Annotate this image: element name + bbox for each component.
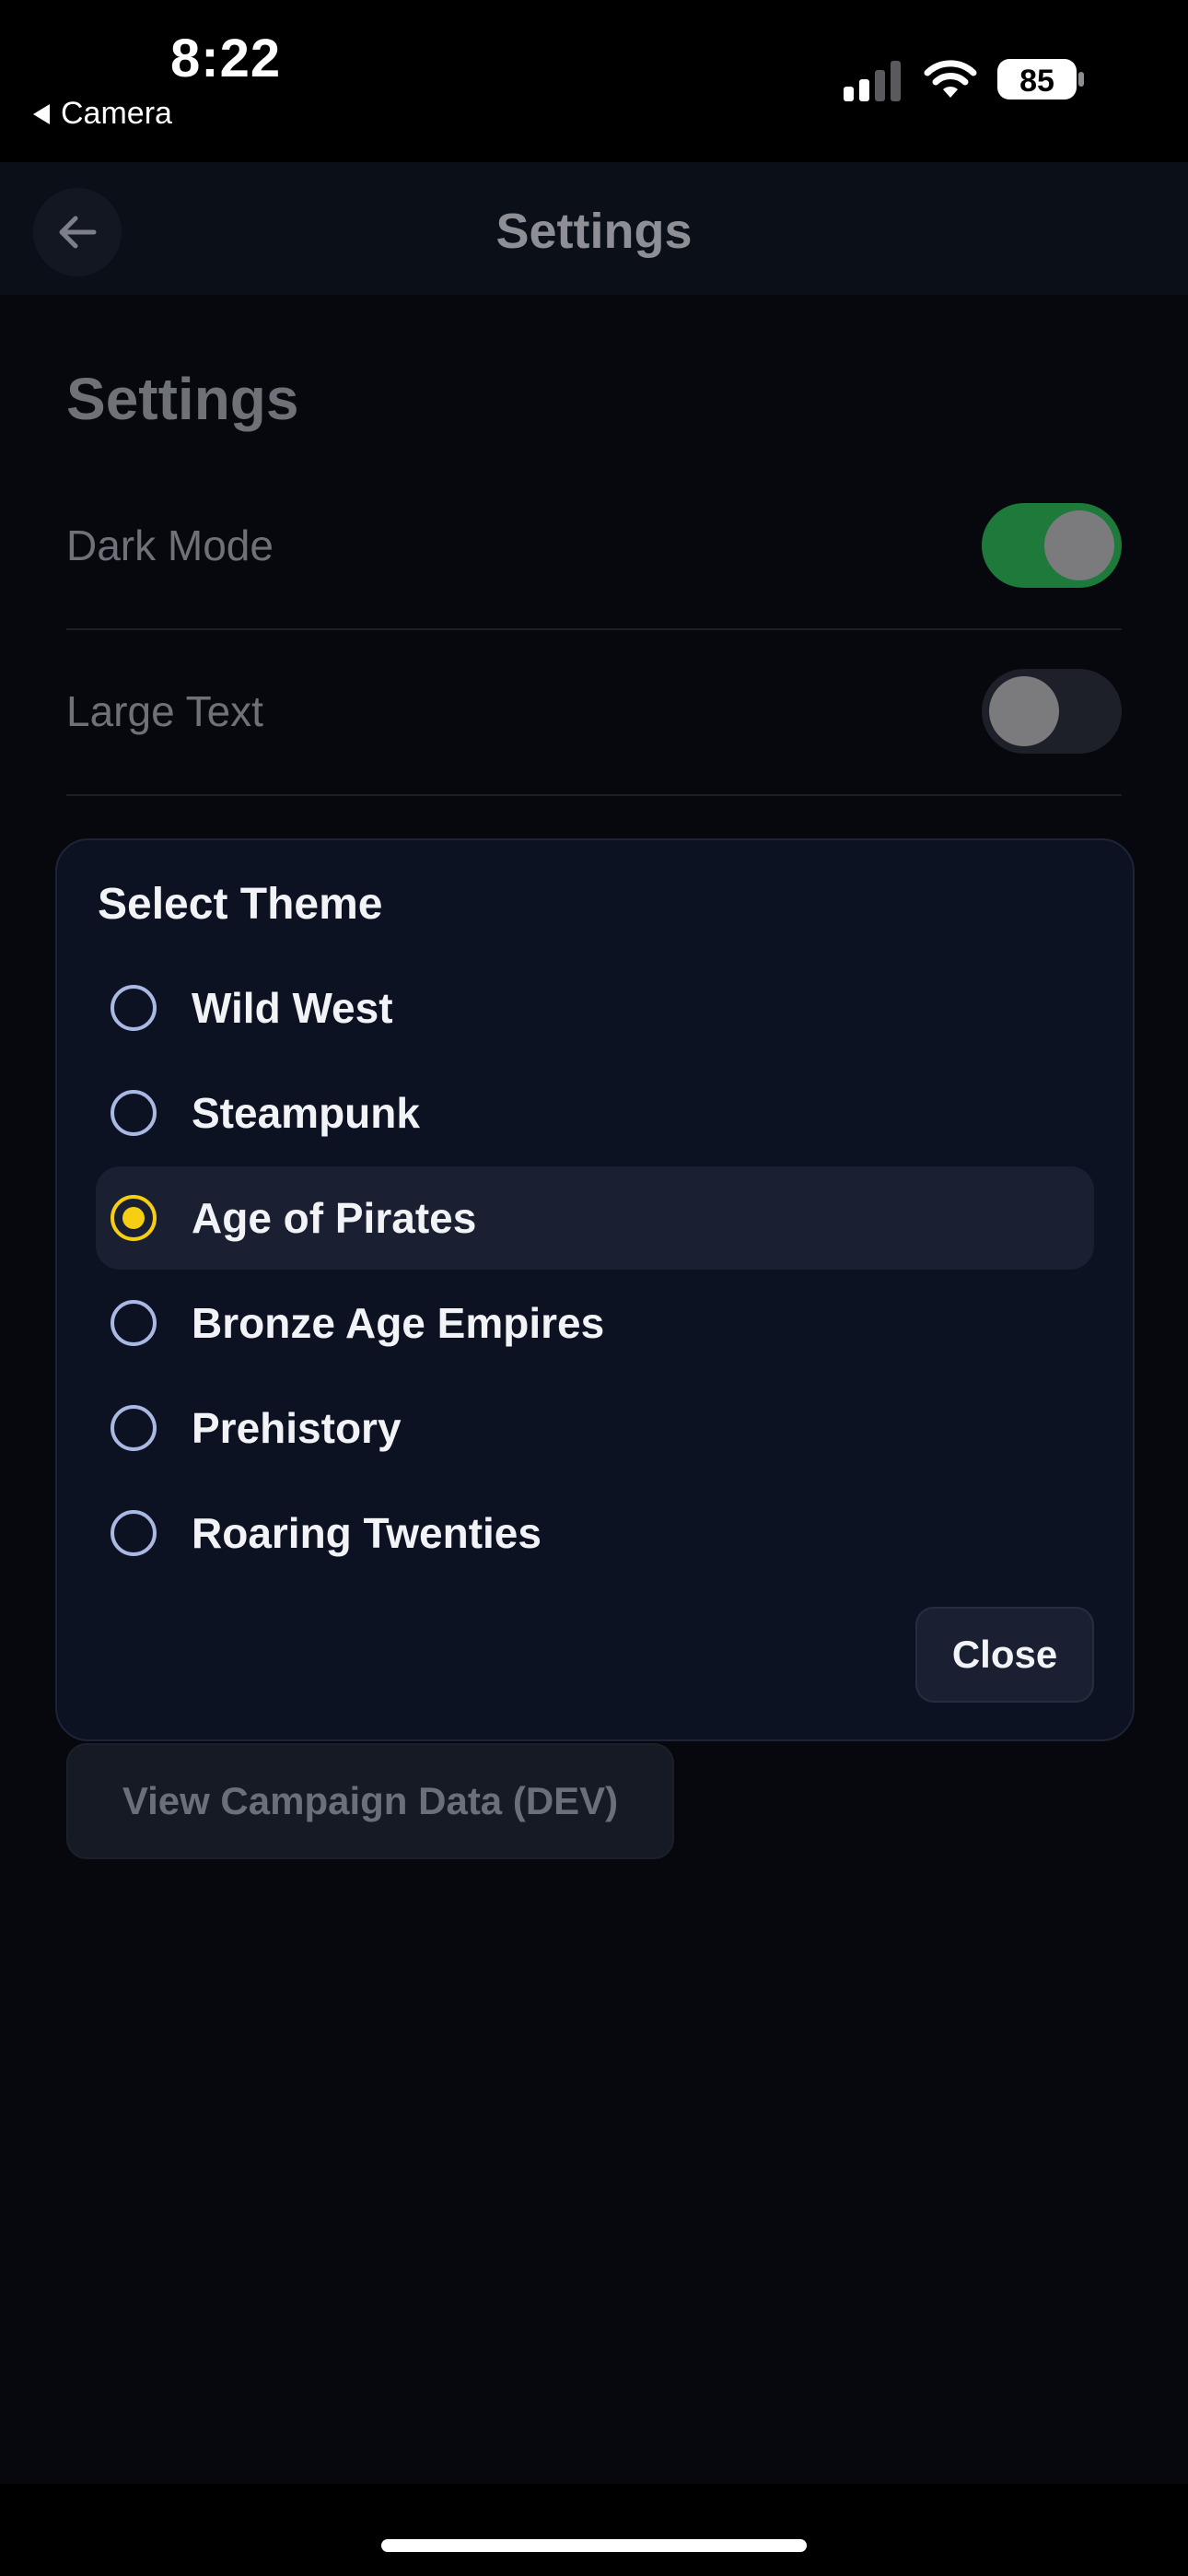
select-theme-modal: Select Theme Wild West Steampunk Age of … — [55, 838, 1135, 1741]
app-header: Settings — [0, 162, 1188, 295]
radio-icon — [111, 1405, 157, 1451]
home-indicator[interactable] — [381, 2539, 807, 2552]
close-button[interactable]: Close — [915, 1607, 1094, 1703]
setting-label-large-text: Large Text — [66, 687, 263, 735]
battery-level: 85 — [1019, 64, 1054, 99]
radio-checked-icon — [111, 1195, 157, 1241]
theme-option-label: Wild West — [192, 984, 393, 1032]
toggle-knob — [989, 676, 1059, 746]
back-to-camera-link[interactable]: Camera — [33, 96, 172, 132]
toggle-knob — [1044, 510, 1114, 580]
theme-option-label: Roaring Twenties — [192, 1509, 542, 1557]
cellular-signal-icon — [844, 61, 901, 101]
theme-option-label: Steampunk — [192, 1089, 420, 1137]
theme-option-steampunk[interactable]: Steampunk — [96, 1061, 1094, 1165]
wifi-icon — [924, 60, 977, 98]
theme-option-prehistory[interactable]: Prehistory — [96, 1376, 1094, 1480]
back-app-label: Camera — [61, 96, 172, 131]
theme-option-roaring-twenties[interactable]: Roaring Twenties — [96, 1481, 1094, 1585]
theme-option-label: Prehistory — [192, 1404, 402, 1452]
theme-option-label: Bronze Age Empires — [192, 1299, 605, 1347]
setting-label-dark-mode: Dark Mode — [66, 521, 274, 569]
header-title: Settings — [495, 204, 693, 259]
theme-option-bronze-age-empires[interactable]: Bronze Age Empires — [96, 1271, 1094, 1375]
back-triangle-icon — [33, 103, 50, 124]
status-bar: 8:22 Camera 85 — [0, 0, 1188, 162]
modal-title: Select Theme — [98, 880, 383, 929]
theme-option-label: Age of Pirates — [192, 1194, 477, 1242]
radio-icon — [111, 1300, 157, 1346]
radio-icon — [111, 1510, 157, 1556]
large-text-toggle[interactable] — [982, 669, 1122, 754]
theme-option-age-of-pirates[interactable]: Age of Pirates — [96, 1166, 1094, 1270]
setting-row-large-text: Large Text — [66, 628, 1122, 796]
dark-mode-toggle[interactable] — [982, 503, 1122, 588]
radio-icon — [111, 985, 157, 1031]
battery-icon: 85 — [997, 59, 1084, 100]
page-title: Settings — [66, 366, 299, 432]
setting-row-dark-mode: Dark Mode — [66, 463, 1122, 630]
home-indicator-area — [0, 2484, 1188, 2576]
radio-icon — [111, 1090, 157, 1136]
theme-option-wild-west[interactable]: Wild West — [96, 956, 1094, 1060]
status-time: 8:22 — [170, 29, 282, 88]
view-campaign-data-button[interactable]: View Campaign Data (DEV) — [66, 1743, 674, 1859]
